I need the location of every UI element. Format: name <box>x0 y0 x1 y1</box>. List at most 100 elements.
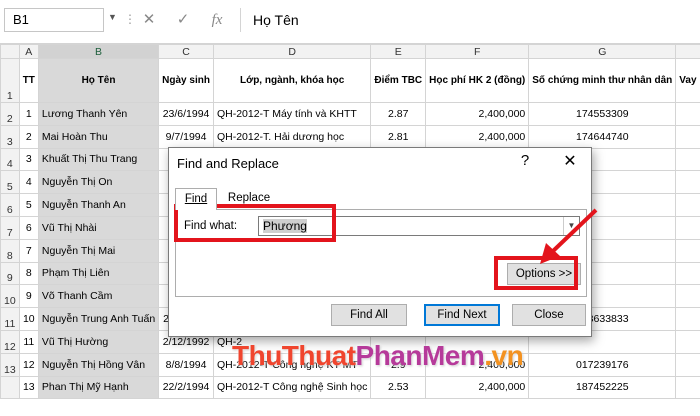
close-icon[interactable]: ✕ <box>559 151 581 171</box>
cell[interactable]: Lương Thanh Yên <box>37 102 160 126</box>
cell[interactable]: 3 <box>18 147 39 172</box>
cell[interactable] <box>675 261 700 286</box>
header-cell[interactable]: TT <box>18 58 39 103</box>
cell[interactable]: 8 <box>18 261 39 286</box>
select-all-corner[interactable] <box>0 44 20 59</box>
cell[interactable]: 11 <box>18 329 39 354</box>
cell[interactable]: 10 <box>18 307 39 331</box>
cell[interactable]: 1 <box>675 329 700 354</box>
cancel-icon[interactable]: ✕ <box>138 9 160 31</box>
cell[interactable]: Phan Thị Mỹ Hạnh <box>37 375 160 400</box>
cell[interactable]: 174553309 <box>528 102 677 126</box>
cell[interactable]: Nguyễn Thị Hồng Vân <box>37 352 160 377</box>
cell[interactable]: 2.81 <box>370 124 427 149</box>
row-header[interactable]: 5 <box>0 170 20 195</box>
cell[interactable]: Phạm Thị Liên <box>37 261 160 286</box>
cell[interactable]: Nguyễn Trung Anh Tuấn <box>37 307 160 331</box>
column-header[interactable]: F <box>425 44 530 59</box>
tab-find[interactable]: Find <box>175 188 217 210</box>
header-cell[interactable]: Vay lần thứ <box>675 58 700 103</box>
header-cell[interactable]: Điểm TBC <box>370 58 427 103</box>
find-next-button[interactable]: Find Next <box>424 304 500 326</box>
cell[interactable]: Mai Hoàn Thu <box>37 124 160 149</box>
cell[interactable]: Nguyễn Thanh An <box>37 193 160 217</box>
column-header[interactable]: E <box>370 44 427 59</box>
cell[interactable] <box>675 215 700 240</box>
header-cell[interactable]: Lớp, ngành, khóa học <box>212 58 372 103</box>
cell[interactable] <box>675 147 700 172</box>
cell[interactable]: 12 <box>18 352 39 377</box>
cell[interactable]: 1 <box>675 102 700 126</box>
cell[interactable]: 017239176 <box>528 352 677 377</box>
column-header[interactable]: H <box>675 44 700 59</box>
cell[interactable]: 2,400,000 <box>425 124 530 149</box>
cell[interactable] <box>675 193 700 217</box>
help-icon[interactable]: ? <box>515 152 535 169</box>
chevron-down-icon[interactable]: ▼ <box>563 217 579 235</box>
cell[interactable]: 174644740 <box>528 124 677 149</box>
cell[interactable]: 4 <box>18 170 39 195</box>
row-header[interactable]: 9 <box>0 261 20 286</box>
row-header[interactable]: 1 <box>0 58 20 103</box>
cell[interactable]: QH-2012-T. Hải dương học <box>212 124 372 149</box>
row-header[interactable]: 2 <box>0 102 20 126</box>
column-header[interactable]: D <box>212 44 372 59</box>
cell[interactable]: Nguyễn Thị Mai <box>37 238 160 263</box>
row-header[interactable]: 11 <box>0 307 20 331</box>
cell[interactable]: 1 <box>18 102 39 126</box>
cell[interactable]: 1 <box>675 307 700 331</box>
cell[interactable]: 9/7/1994 <box>158 124 214 149</box>
cell[interactable]: 2.87 <box>370 102 427 126</box>
row-header[interactable]: 13 <box>0 352 20 377</box>
cell[interactable]: 2,400,000 <box>425 375 530 400</box>
row-header[interactable]: 6 <box>0 193 20 217</box>
cell[interactable]: 2.53 <box>370 375 427 400</box>
cell[interactable]: QH-2012-T Công nghệ Sinh học <box>212 375 372 400</box>
row-header[interactable] <box>0 375 20 400</box>
column-header[interactable]: A <box>18 44 39 59</box>
cell[interactable]: 22/2/1994 <box>158 375 214 400</box>
cell[interactable]: Khuất Thị Thu Trang <box>37 147 160 172</box>
cell[interactable] <box>675 238 700 263</box>
cell[interactable] <box>675 284 700 309</box>
row-header[interactable]: 10 <box>0 284 20 309</box>
cell[interactable]: 1 <box>675 352 700 377</box>
column-header[interactable]: B <box>37 44 160 59</box>
row-header[interactable]: 12 <box>0 329 20 354</box>
row-header[interactable]: 7 <box>0 215 20 240</box>
name-box[interactable]: B1 <box>4 8 104 32</box>
cell[interactable]: Vũ Thị Nhài <box>37 215 160 240</box>
cell[interactable]: 23/6/1994 <box>158 102 214 126</box>
insert-function-icon[interactable]: fx <box>206 9 228 31</box>
column-header[interactable]: C <box>158 44 214 59</box>
cell[interactable]: Võ Thanh Cầm <box>37 284 160 309</box>
column-header[interactable]: G <box>528 44 677 59</box>
cell[interactable]: 8/8/1994 <box>158 352 214 377</box>
formula-input[interactable]: Họ Tên <box>240 8 698 32</box>
find-all-button[interactable]: Find All <box>331 304 407 326</box>
row-header[interactable]: 3 <box>0 124 20 149</box>
chevron-down-icon[interactable]: ▼ <box>108 12 117 22</box>
header-cell[interactable]: Số chứng minh thư nhân dân <box>528 58 677 103</box>
cell[interactable]: 2,400,000 <box>425 102 530 126</box>
enter-icon[interactable]: ✓ <box>172 9 194 31</box>
cell[interactable]: 7 <box>18 238 39 263</box>
cell[interactable]: 2 <box>18 124 39 149</box>
row-header[interactable]: 4 <box>0 147 20 172</box>
close-button[interactable]: Close <box>512 304 586 326</box>
cell[interactable] <box>675 170 700 195</box>
cell[interactable]: 5 <box>18 193 39 217</box>
cell[interactable]: 6 <box>18 215 39 240</box>
header-cell[interactable]: Họ Tên <box>37 58 160 103</box>
cell[interactable]: 187452225 <box>528 375 677 400</box>
header-cell[interactable]: Ngày sinh <box>158 58 214 103</box>
cell[interactable]: Vũ Thị Hường <box>37 329 160 354</box>
cell[interactable]: 1 <box>675 124 700 149</box>
row-header[interactable]: 8 <box>0 238 20 263</box>
header-cell[interactable]: Học phí HK 2 (đồng) <box>425 58 530 103</box>
cell[interactable]: 9 <box>18 284 39 309</box>
cell[interactable]: Nguyễn Thị On <box>37 170 160 195</box>
cell[interactable]: 1 <box>675 375 700 400</box>
cell[interactable]: QH-2012-T Máy tính và KHTT <box>212 102 372 126</box>
cell[interactable]: 13 <box>18 375 39 400</box>
